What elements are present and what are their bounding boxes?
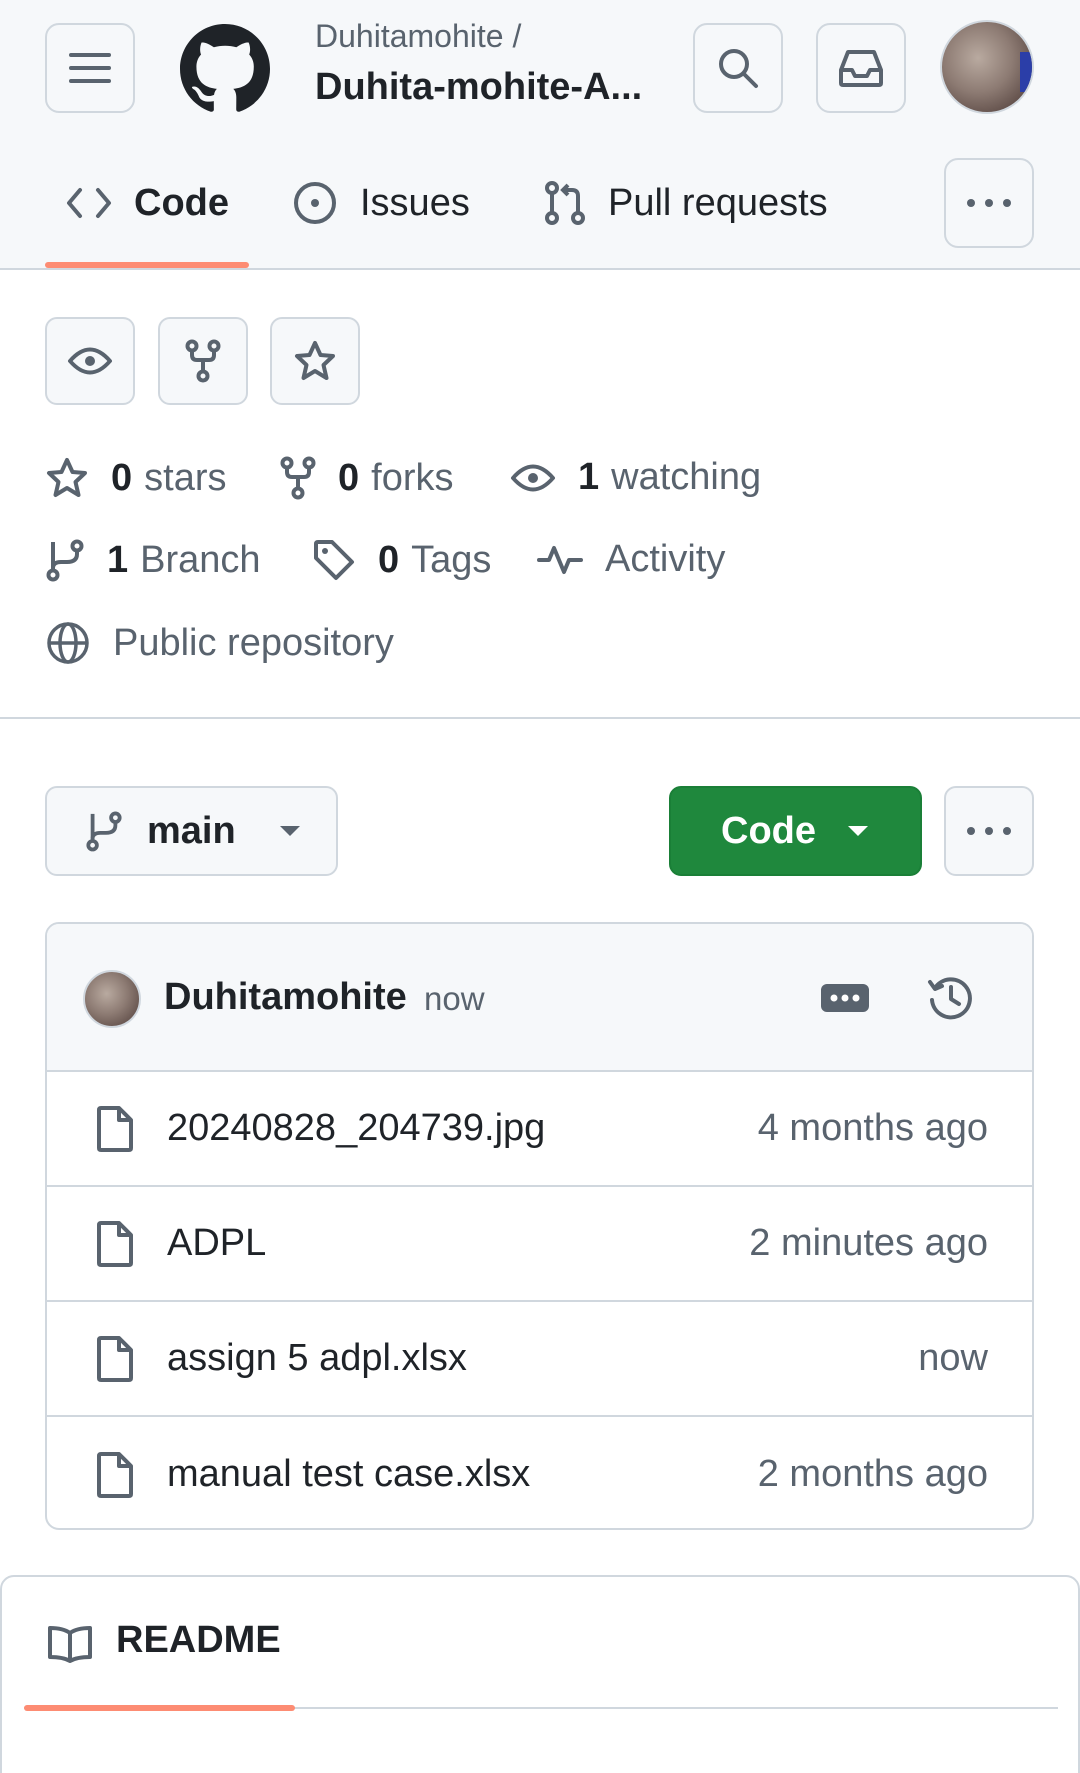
kebab-horizontal-icon <box>967 827 1011 835</box>
history-icon[interactable] <box>927 974 975 1022</box>
inbox-icon <box>839 50 883 87</box>
section-divider <box>0 717 1080 719</box>
eye-icon <box>68 347 112 375</box>
latest-commit-row: Duhitamohite now <box>47 924 1032 1072</box>
watch-button[interactable] <box>45 317 135 405</box>
watching-count: 1 <box>578 456 600 498</box>
commit-author[interactable]: Duhitamohite <box>164 976 407 1019</box>
visibility-label: Public repository <box>113 621 394 664</box>
more-tabs-button[interactable] <box>944 158 1034 248</box>
pull-request-icon <box>545 181 585 225</box>
watching-stat[interactable]: 1 watching <box>510 456 761 499</box>
search-icon <box>719 49 758 88</box>
code-button-label: Code <box>721 809 816 852</box>
kebab-horizontal-icon <box>967 199 1011 207</box>
file-icon <box>97 1451 133 1498</box>
stars-count: 0 <box>111 456 133 499</box>
branch-name: main <box>147 809 236 852</box>
visibility-stat: Public repository <box>45 620 394 666</box>
file-icon <box>97 1220 133 1267</box>
book-icon <box>48 1626 92 1663</box>
file-updated-time: 2 months ago <box>757 1453 988 1495</box>
code-dropdown-button[interactable]: Code <box>669 786 922 876</box>
tab-code-label: Code <box>134 181 229 224</box>
file-row[interactable]: 20240828_204739.jpg 4 months ago <box>47 1072 1032 1187</box>
forks-label: forks <box>371 456 454 499</box>
file-updated-time: 2 minutes ago <box>749 1222 988 1264</box>
hamburger-icon <box>69 53 111 83</box>
fork-icon <box>280 456 316 500</box>
tab-issues-label: Issues <box>360 181 470 224</box>
commit-time: now <box>424 980 485 1017</box>
star-icon <box>47 458 87 497</box>
branch-icon <box>46 539 84 582</box>
repo-owner-link[interactable]: Duhitamohite / <box>315 18 521 55</box>
pulse-icon <box>537 545 583 574</box>
file-row[interactable]: manual test case.xlsx 2 months ago <box>47 1417 1032 1528</box>
tags-stat[interactable]: 0 Tags <box>312 538 491 582</box>
caret-down-icon <box>848 826 868 836</box>
repo-header: Duhitamohite / Duhita-mohite-A... Code I… <box>0 0 1080 270</box>
forks-stat[interactable]: 0 forks <box>280 456 454 500</box>
tab-pull-requests-label: Pull requests <box>608 181 828 224</box>
globe-icon <box>47 622 89 664</box>
tab-issues[interactable]: Issues <box>292 170 470 236</box>
file-name[interactable]: manual test case.xlsx <box>167 1453 530 1496</box>
repo-more-button[interactable] <box>944 786 1034 876</box>
star-icon <box>295 341 335 380</box>
tags-label: Tags <box>411 538 492 581</box>
fork-icon <box>185 339 221 383</box>
forks-count: 0 <box>338 456 360 499</box>
menu-button[interactable] <box>45 23 135 113</box>
file-row[interactable]: assign 5 adpl.xlsx now <box>47 1302 1032 1417</box>
activity-link[interactable]: Activity <box>537 538 725 581</box>
watching-label: watching <box>611 456 762 498</box>
file-name[interactable]: 20240828_204739.jpg <box>167 1107 545 1150</box>
stars-stat[interactable]: 0 stars <box>45 456 227 500</box>
file-updated-time: 4 months ago <box>757 1107 988 1149</box>
inbox-button[interactable] <box>816 23 906 113</box>
branch-selector[interactable]: main <box>45 786 338 876</box>
branch-label: Branch <box>140 538 261 581</box>
commit-author-avatar[interactable] <box>83 970 141 1028</box>
file-list: Duhitamohite now 20240828_204739.jpg 4 m… <box>45 922 1034 1530</box>
tab-pull-requests[interactable]: Pull requests <box>544 170 828 236</box>
tab-code[interactable]: Code <box>66 170 229 236</box>
active-tab-indicator <box>45 262 249 268</box>
tag-icon <box>314 540 354 580</box>
ellipsis-icon <box>830 994 860 1002</box>
branches-stat[interactable]: 1 Branch <box>45 538 261 582</box>
fork-button[interactable] <box>158 317 248 405</box>
readme-active-indicator <box>24 1705 295 1711</box>
star-button[interactable] <box>270 317 360 405</box>
issue-icon <box>294 182 336 224</box>
repo-name-link[interactable]: Duhita-mohite-A... <box>315 66 642 109</box>
user-avatar[interactable] <box>940 20 1034 114</box>
activity-label: Activity <box>605 538 726 580</box>
branch-icon <box>86 811 122 852</box>
readme-panel: README <box>0 1575 1080 1773</box>
github-logo-icon[interactable] <box>180 24 270 114</box>
code-icon <box>67 188 111 218</box>
stars-label: stars <box>144 456 227 499</box>
file-name[interactable]: ADPL <box>167 1222 266 1265</box>
commit-message-toggle[interactable] <box>821 984 869 1012</box>
file-icon <box>97 1335 133 1382</box>
readme-tab[interactable]: README <box>116 1619 281 1662</box>
file-row[interactable]: ADPL 2 minutes ago <box>47 1187 1032 1302</box>
file-name[interactable]: assign 5 adpl.xlsx <box>167 1337 467 1380</box>
eye-icon <box>511 464 555 491</box>
caret-down-icon <box>279 826 300 836</box>
search-button[interactable] <box>693 23 783 113</box>
file-icon <box>97 1105 133 1152</box>
branch-count: 1 <box>107 538 129 581</box>
tags-count: 0 <box>378 538 400 581</box>
file-updated-time: now <box>918 1337 988 1379</box>
